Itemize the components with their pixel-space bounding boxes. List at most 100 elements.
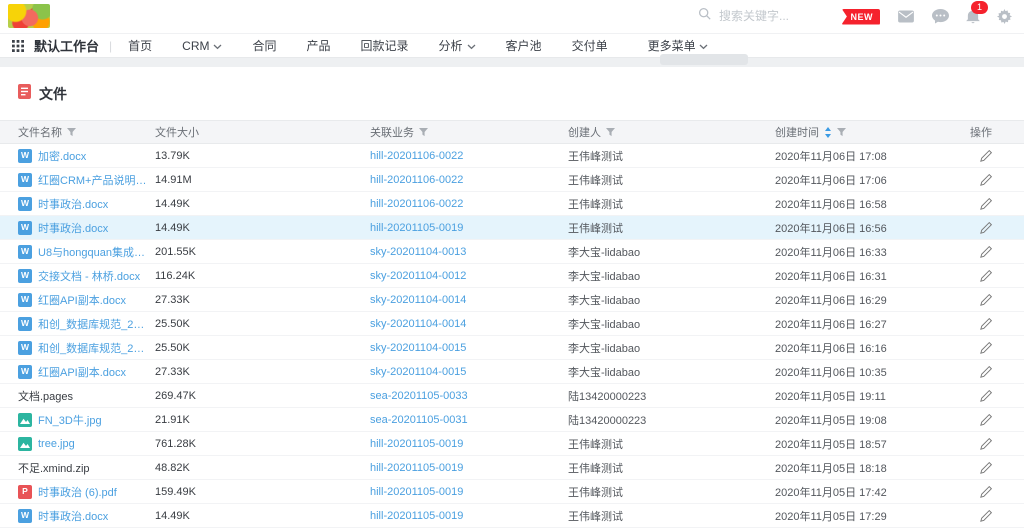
table-row[interactable]: W红圈API副本.docx27.33Ksky-20201104-0015李大宝-…: [0, 360, 1024, 384]
nav-item-5[interactable]: 回款记录: [361, 37, 409, 54]
file-name-link[interactable]: 时事政治 (6).pdf: [38, 484, 117, 500]
file-name-cell: 不足.xmind.zip: [18, 456, 155, 479]
doc-file-icon: W: [18, 365, 32, 379]
file-name-link[interactable]: tree.jpg: [38, 438, 75, 450]
related-business-link[interactable]: sea-20201105-0031: [370, 414, 468, 426]
more-menu-button[interactable]: 更多菜单: [648, 37, 708, 54]
edit-icon[interactable]: [980, 222, 992, 234]
file-name-link[interactable]: 红圈API副本.docx: [38, 364, 126, 380]
file-name-link[interactable]: 时事政治.docx: [38, 220, 108, 236]
bell-icon[interactable]: 1: [966, 9, 980, 24]
filter-icon[interactable]: [837, 128, 846, 137]
nav-collapse-handle[interactable]: [660, 54, 748, 65]
table-row[interactable]: FN_3D牛.jpg21.91Ksea-20201105-0031陆134200…: [0, 408, 1024, 432]
edit-icon[interactable]: [980, 318, 992, 330]
file-name-cell: W交接文档 - 林桥.docx: [18, 264, 155, 287]
edit-icon[interactable]: [980, 414, 992, 426]
nav-item-3[interactable]: 合同: [252, 37, 276, 54]
file-name-link[interactable]: 交接文档 - 林桥.docx: [38, 268, 140, 284]
table-row[interactable]: 不足.xmind.zip48.82Khill-20201105-0019王伟峰测…: [0, 456, 1024, 480]
created-time: 2020年11月06日 16:31: [775, 264, 960, 287]
column-header-1: 文件名称: [18, 121, 155, 143]
file-name-link[interactable]: 时事政治.docx: [38, 196, 108, 212]
nav-item-6[interactable]: 分析: [439, 37, 476, 54]
table-row[interactable]: W加密.docx13.79Khill-20201106-0022王伟峰测试202…: [0, 144, 1024, 168]
related-business-link[interactable]: sky-20201104-0013: [370, 246, 466, 258]
nav-item-7[interactable]: 客户池: [506, 37, 542, 54]
edit-icon[interactable]: [980, 246, 992, 258]
filter-icon[interactable]: [67, 128, 76, 137]
created-time: 2020年11月06日 16:27: [775, 312, 960, 335]
created-time: 2020年11月06日 17:06: [775, 168, 960, 191]
file-size: 761.28K: [155, 432, 370, 455]
table-row[interactable]: 文档.pages269.47Ksea-20201105-0033陆1342000…: [0, 384, 1024, 408]
related-business-link[interactable]: hill-20201106-0022: [370, 174, 463, 186]
file-name-link[interactable]: 红圈API副本.docx: [38, 292, 126, 308]
table-row[interactable]: W时事政治.docx14.49Khill-20201106-0022王伟峰测试2…: [0, 192, 1024, 216]
gear-icon[interactable]: [997, 9, 1012, 24]
edit-icon[interactable]: [980, 342, 992, 354]
creator: 李大宝-lidabao: [568, 288, 775, 311]
edit-icon[interactable]: [980, 462, 992, 474]
file-name-link[interactable]: 红圈CRM+产品说明201901_前端...: [38, 172, 147, 188]
related-business-link[interactable]: sea-20201105-0033: [370, 390, 468, 402]
related-business-link[interactable]: hill-20201105-0019: [370, 510, 463, 522]
edit-icon[interactable]: [980, 150, 992, 162]
filter-icon[interactable]: [606, 128, 615, 137]
doc-file-icon: W: [18, 509, 32, 523]
nav-item-4[interactable]: 产品: [307, 37, 331, 54]
edit-icon[interactable]: [980, 510, 992, 522]
file-name-cell: W 红圈API副本.docx: [18, 360, 155, 383]
edit-icon[interactable]: [980, 390, 992, 402]
mail-icon[interactable]: [897, 10, 915, 23]
edit-icon[interactable]: [980, 270, 992, 282]
file-name-link[interactable]: 加密.docx: [38, 148, 86, 164]
nav-item-8[interactable]: 交付单: [572, 37, 608, 54]
table-row[interactable]: W和创_数据库规范_20171124.doc25.50Ksky-20201104…: [0, 312, 1024, 336]
table-row[interactable]: W时事政治.docx14.49Khill-20201105-0019王伟峰测试2…: [0, 504, 1024, 528]
related-business-link[interactable]: hill-20201106-0022: [370, 198, 463, 210]
related-business-link[interactable]: hill-20201105-0019: [370, 222, 463, 234]
table-row[interactable]: W红圈API副本.docx27.33Ksky-20201104-0014李大宝-…: [0, 288, 1024, 312]
table-row[interactable]: P时事政治 (6).pdf159.49Khill-20201105-0019王伟…: [0, 480, 1024, 504]
edit-icon[interactable]: [980, 486, 992, 498]
file-name-link[interactable]: 和创_数据库规范_20171124.doc: [38, 340, 147, 356]
file-name: 不足.xmind.zip: [18, 460, 90, 476]
table-row[interactable]: W交接文档 - 林桥.docx116.24Ksky-20201104-0012李…: [0, 264, 1024, 288]
related-business-link[interactable]: hill-20201105-0019: [370, 462, 463, 474]
table-row[interactable]: W时事政治.docx14.49Khill-20201105-0019王伟峰测试2…: [0, 216, 1024, 240]
related-business-link[interactable]: hill-20201106-0022: [370, 150, 463, 162]
related-business-link[interactable]: hill-20201105-0019: [370, 438, 463, 450]
nav-item-2[interactable]: CRM: [182, 39, 222, 53]
related-business-link[interactable]: sky-20201104-0014: [370, 294, 466, 306]
sort-icon[interactable]: [824, 127, 832, 138]
workspace-title[interactable]: 默认工作台: [34, 36, 99, 55]
related-business-link[interactable]: hill-20201105-0019: [370, 486, 463, 498]
edit-icon[interactable]: [980, 438, 992, 450]
related-business-link[interactable]: sky-20201104-0015: [370, 366, 466, 378]
edit-icon[interactable]: [980, 174, 992, 186]
related-business-link[interactable]: sky-20201104-0012: [370, 270, 466, 282]
file-name-link[interactable]: 和创_数据库规范_20171124.doc: [38, 316, 147, 332]
edit-icon[interactable]: [980, 198, 992, 210]
related-business-link[interactable]: sky-20201104-0015: [370, 342, 466, 354]
search-input[interactable]: [717, 8, 831, 24]
app-logo[interactable]: [8, 4, 50, 28]
apps-grid-icon[interactable]: [12, 40, 24, 52]
filter-icon[interactable]: [419, 128, 428, 137]
edit-icon[interactable]: [980, 366, 992, 378]
file-name-cell: P时事政治 (6).pdf: [18, 480, 155, 503]
file-name-link[interactable]: FN_3D牛.jpg: [38, 412, 102, 428]
file-name-cell: tree.jpg: [18, 432, 155, 455]
file-name-cell: W 时事政治.docx: [18, 504, 155, 527]
table-row[interactable]: WU8与hongquan集成方案.docx201.55Ksky-20201104…: [0, 240, 1024, 264]
table-row[interactable]: tree.jpg761.28Khill-20201105-0019王伟峰测试20…: [0, 432, 1024, 456]
file-name-link[interactable]: 时事政治.docx: [38, 508, 108, 524]
nav-item-1[interactable]: 首页: [128, 37, 152, 54]
chat-icon[interactable]: [932, 9, 949, 24]
related-business-link[interactable]: sky-20201104-0014: [370, 318, 466, 330]
table-row[interactable]: W和创_数据库规范_20171124.doc25.50Ksky-20201104…: [0, 336, 1024, 360]
file-name-link[interactable]: U8与hongquan集成方案.docx: [38, 244, 147, 260]
edit-icon[interactable]: [980, 294, 992, 306]
table-row[interactable]: W红圈CRM+产品说明201901_前端...14.91Mhill-202011…: [0, 168, 1024, 192]
